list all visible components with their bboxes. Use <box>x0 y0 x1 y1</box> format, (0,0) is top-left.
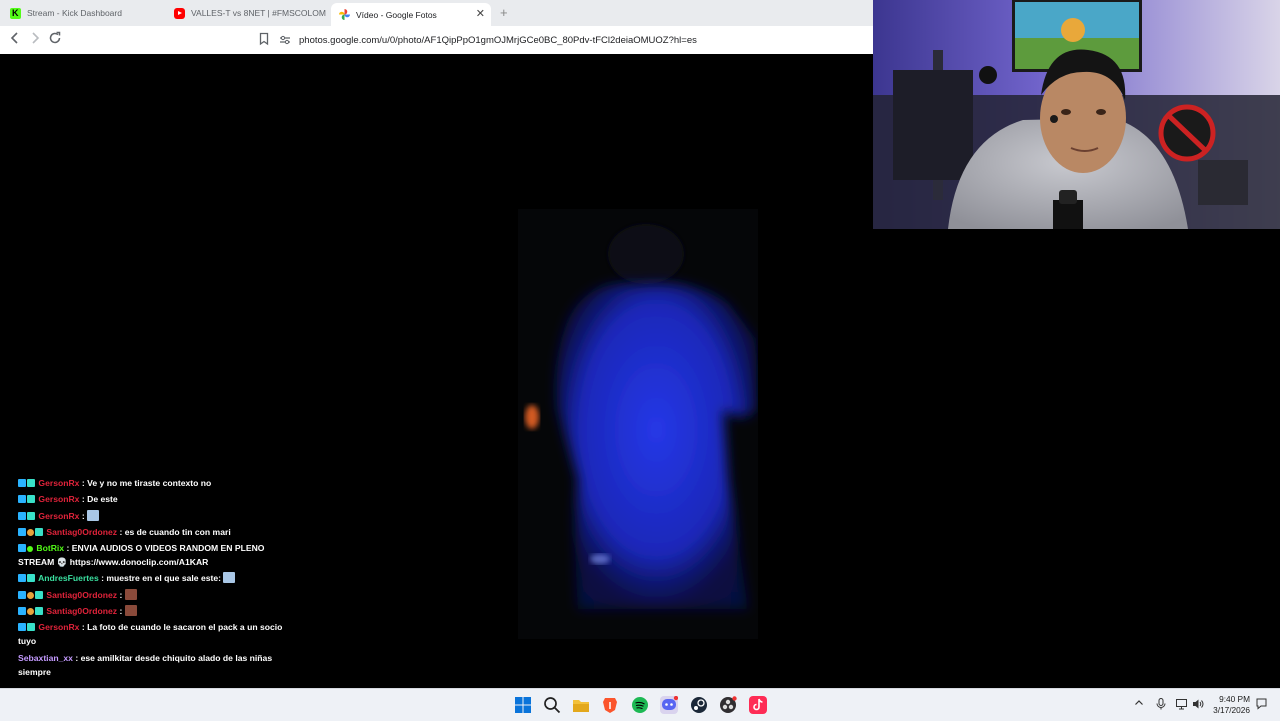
bookmark-icon[interactable] <box>259 32 269 51</box>
chat-message: Santiag0Ordonez : <box>18 604 283 618</box>
new-tab-button[interactable]: + <box>500 5 508 20</box>
chat-message: GersonRx : La foto de cuando le sacaron … <box>18 620 283 648</box>
subscriber-badge-icon <box>18 590 26 599</box>
google-photos-icon <box>339 9 350 20</box>
youtube-icon <box>174 7 185 19</box>
reload-icon[interactable] <box>48 31 62 48</box>
webcam-overlay <box>873 0 1280 229</box>
system-clock[interactable]: 9:40 PM 3/17/2026 <box>1213 694 1250 716</box>
site-settings-icon[interactable] <box>280 35 290 45</box>
clock-time: 9:40 PM <box>1219 694 1250 704</box>
stream-chat-overlay: GersonRx : Ve y no me tiraste contexto n… <box>18 476 283 681</box>
tab-title: Stream - Kick Dashboard <box>27 8 122 18</box>
chat-message: GersonRx : De este <box>18 492 283 506</box>
chat-username[interactable]: GersonRx <box>38 622 79 632</box>
chat-message: Santiag0Ordonez : es de cuando tin con m… <box>18 525 283 539</box>
verified-badge-icon <box>27 495 35 504</box>
tab-title: Vídeo - Google Fotos <box>356 9 437 20</box>
chat-username[interactable]: GersonRx <box>38 478 79 488</box>
tiktok-icon[interactable] <box>749 696 767 714</box>
gifter-badge-icon <box>27 528 34 536</box>
tab-youtube[interactable]: VALLES-T vs 8NET | #FMSCOLOMBIA <box>166 3 326 23</box>
chevron-up-icon[interactable] <box>1134 698 1144 711</box>
kick-icon: K <box>10 7 21 19</box>
verified-badge-icon <box>35 590 43 599</box>
browser-tab-bar: K Stream - Kick Dashboard VALLES-T vs 8N… <box>0 0 873 26</box>
obs-icon[interactable] <box>719 696 737 714</box>
chat-text: : <box>81 510 85 521</box>
chat-username[interactable]: Santiag0Ordonez <box>46 590 117 600</box>
chat-username[interactable]: AndresFuertes <box>38 573 99 583</box>
browser-toolbar: photos.google.com/u/0/photo/AF1QipPpO1gm… <box>0 26 873 55</box>
chat-message: GersonRx : <box>18 509 283 523</box>
emote-icon <box>124 605 137 617</box>
chat-text: : De este <box>81 494 118 505</box>
video-frame[interactable] <box>518 209 758 639</box>
subscriber-badge-icon <box>18 511 26 520</box>
verified-badge-icon <box>35 527 43 536</box>
emote-icon <box>87 509 100 521</box>
emote-icon <box>124 588 137 600</box>
chat-text: : es de cuando tin con mari <box>119 526 231 537</box>
chat-message: BotRix : ENVIA AUDIOS O VIDEOS RANDOM EN… <box>18 541 283 569</box>
gifter-badge-icon <box>27 608 34 616</box>
chat-username[interactable]: Sebaxtian_xx <box>18 653 73 663</box>
verified-badge-icon <box>27 623 35 632</box>
microphone-icon[interactable] <box>1156 698 1166 713</box>
file-explorer-icon[interactable] <box>572 696 590 714</box>
search-icon[interactable] <box>543 696 561 714</box>
verified-badge-icon <box>27 574 35 583</box>
discord-icon[interactable] <box>660 695 679 714</box>
verified-badge-icon <box>27 479 35 487</box>
spotify-icon[interactable] <box>631 696 649 714</box>
chat-message: GersonRx : Ve y no me tiraste contexto n… <box>18 476 283 490</box>
chat-text: : <box>119 589 123 600</box>
address-bar[interactable]: photos.google.com/u/0/photo/AF1QipPpO1gm… <box>280 30 870 50</box>
brave-icon[interactable] <box>601 696 619 714</box>
gifter-badge-icon <box>27 591 34 599</box>
chat-username[interactable]: GersonRx <box>38 511 79 521</box>
tab-google-photos[interactable]: Vídeo - Google Fotos ✕ <box>331 3 491 26</box>
chat-username[interactable]: Santiag0Ordonez <box>46 606 117 616</box>
chat-message: Santiag0Ordonez : <box>18 588 283 602</box>
steam-icon[interactable] <box>690 696 708 714</box>
chat-text: : Ve y no me tiraste contexto no <box>81 478 212 488</box>
subscriber-badge-icon <box>18 574 26 583</box>
subscriber-badge-icon <box>18 607 26 616</box>
windows-taskbar: 9:40 PM 3/17/2026 <box>0 688 1280 721</box>
subscriber-badge-icon <box>18 623 26 632</box>
tab-title: VALLES-T vs 8NET | #FMSCOLOMBIA <box>191 8 326 18</box>
windows-start-icon[interactable] <box>514 696 532 714</box>
chat-message: AndresFuertes : muestre en el que sale e… <box>18 571 283 585</box>
subscriber-badge-icon <box>18 544 26 553</box>
chat-message: Sebaxtian_xx : ese amilkitar desde chiqu… <box>18 651 283 679</box>
subscriber-badge-icon <box>18 527 26 536</box>
subscriber-badge-icon <box>18 479 26 487</box>
chat-text: : muestre en el que sale este: <box>101 573 222 584</box>
chat-text: : <box>119 606 123 617</box>
notification-icon[interactable] <box>1256 698 1267 713</box>
bot-badge-icon <box>27 546 33 553</box>
close-tab-icon[interactable]: ✕ <box>476 7 485 20</box>
volume-icon[interactable] <box>1192 698 1204 713</box>
url-text[interactable]: photos.google.com/u/0/photo/AF1QipPpO1gm… <box>299 35 697 46</box>
clock-date: 3/17/2026 <box>1213 705 1250 715</box>
tab-kick-dashboard[interactable]: K Stream - Kick Dashboard <box>2 3 167 23</box>
network-icon[interactable] <box>1176 698 1188 713</box>
forward-arrow-icon[interactable] <box>29 31 41 48</box>
back-arrow-icon[interactable] <box>9 31 21 48</box>
chat-username[interactable]: GersonRx <box>38 494 79 504</box>
verified-badge-icon <box>35 607 43 616</box>
chat-username[interactable]: BotRix <box>36 543 64 553</box>
subscriber-badge-icon <box>18 495 26 504</box>
chat-username[interactable]: Santiag0Ordonez <box>46 527 117 537</box>
verified-badge-icon <box>27 511 35 520</box>
emote-icon <box>223 572 236 584</box>
